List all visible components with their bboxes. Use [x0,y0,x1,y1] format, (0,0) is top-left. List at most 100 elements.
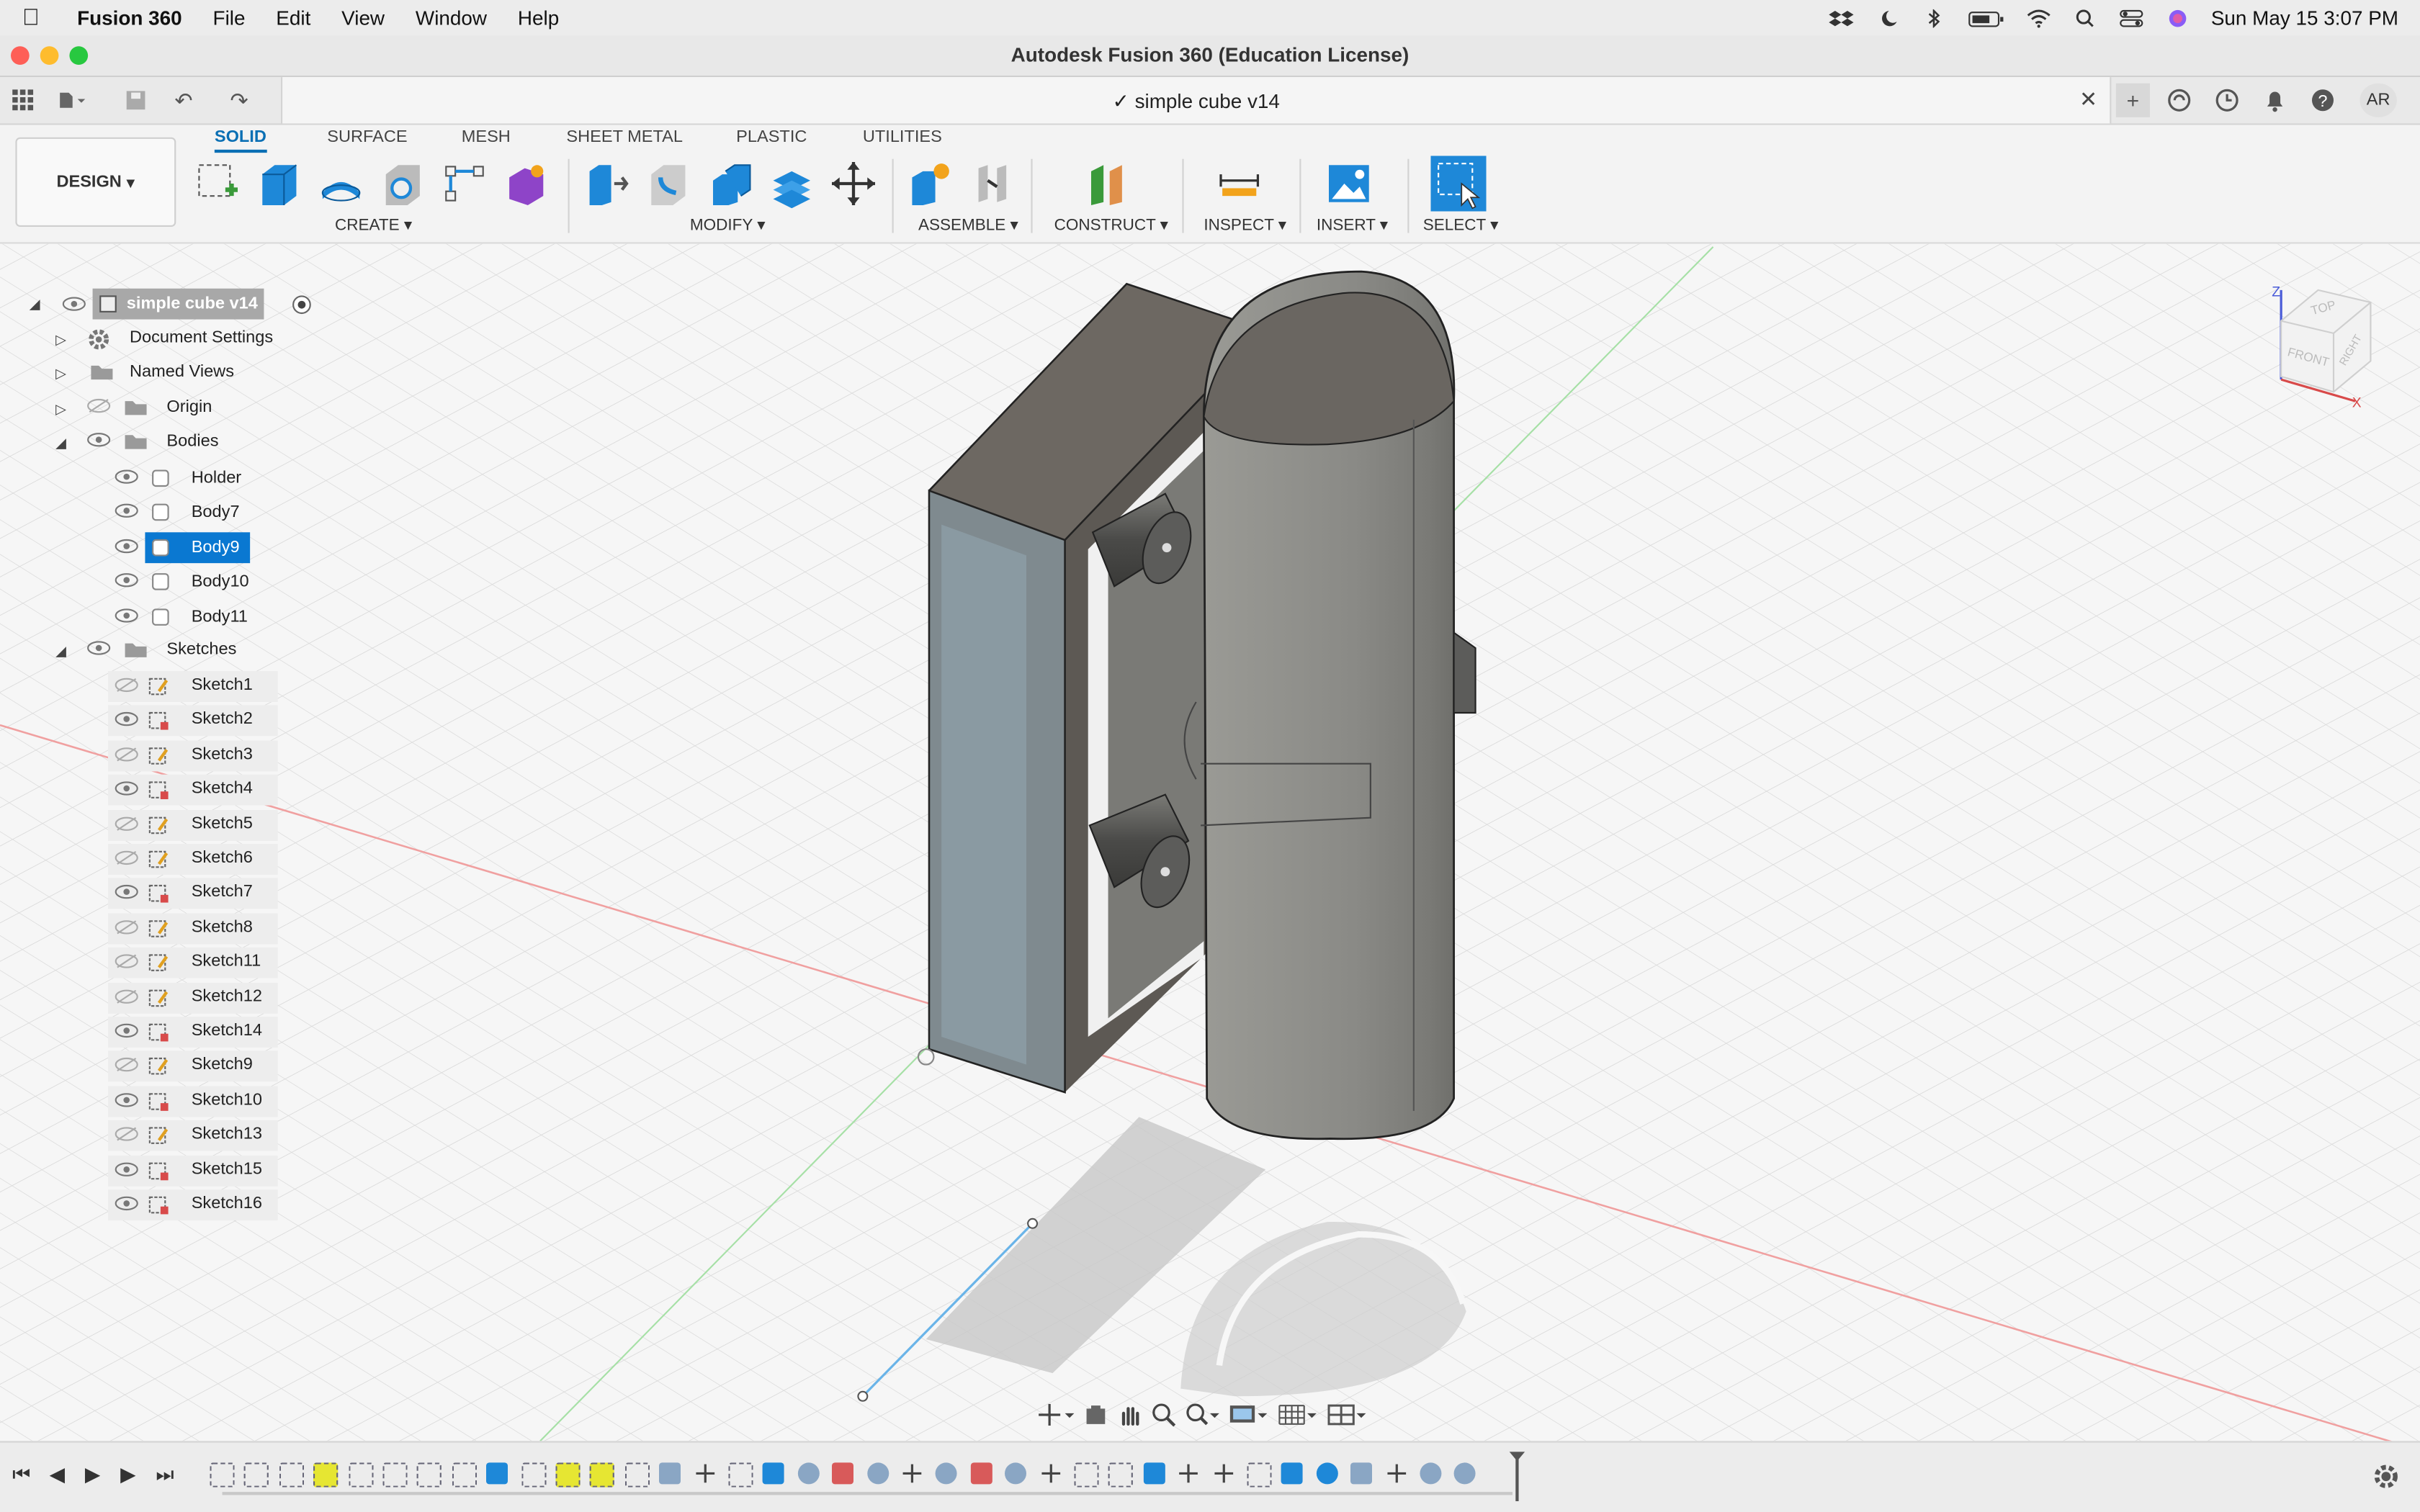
browser-sketch-row[interactable]: Sketch16 [108,1189,278,1220]
timeline-revolve-icon[interactable] [1005,1462,1027,1485]
tab-sheet-metal[interactable]: SHEET METAL [566,128,683,147]
timeline-next-icon[interactable]: ▶ [120,1462,135,1487]
timeline-sketch-highlighted-icon[interactable] [555,1462,581,1488]
timeline-sketch-icon[interactable] [348,1462,373,1488]
timeline-extrude-icon[interactable] [1143,1462,1165,1485]
tab-solid[interactable]: SOLID [214,128,266,153]
spotlight-search-icon[interactable] [2072,9,2097,27]
browser-sketch-row[interactable]: Sketch15 [108,1155,278,1186]
hidden-eye-icon[interactable] [115,989,139,1009]
siri-icon[interactable] [2165,9,2190,27]
user-avatar[interactable]: AR [2360,83,2397,117]
timeline-sketch-icon[interactable] [521,1462,546,1488]
timeline-hole-icon[interactable] [832,1462,854,1485]
data-panel-grid-icon[interactable] [9,86,37,114]
timeline-last-icon[interactable]: ⏭ [156,1462,174,1487]
body-item-body10[interactable]: Body10 [145,567,255,598]
hidden-eye-icon[interactable] [115,919,139,940]
display-settings-icon[interactable] [1229,1403,1269,1427]
browser-sketch-row[interactable]: Sketch7 [108,878,278,909]
redo-icon[interactable]: ↷ [225,86,254,114]
offset-plane-icon[interactable] [1085,159,1131,209]
workspace-switcher[interactable]: DESIGN ▾ [15,137,176,227]
timeline-play-icon[interactable]: ▶ [85,1462,100,1487]
look-at-icon[interactable] [1083,1403,1108,1427]
menu-app[interactable]: Fusion 360 [62,6,197,30]
browser-sketch-row[interactable]: Sketch13 [108,1120,278,1151]
visibility-eye-icon[interactable] [115,781,139,801]
timeline-sketch-icon[interactable] [1108,1462,1134,1488]
tab-utilities[interactable]: UTILITIES [863,128,942,147]
browser-sketch-row[interactable]: Sketch10 [108,1086,278,1117]
browser-sketch-row[interactable]: Sketch9 [108,1051,278,1082]
timeline-sketch-icon[interactable] [728,1462,753,1488]
visibility-eye-icon[interactable] [62,296,86,311]
menu-view[interactable]: View [326,6,400,30]
viewports-icon[interactable] [1327,1403,1368,1427]
browser-root[interactable]: simple cube v14 [92,288,264,320]
hidden-eye-icon[interactable] [86,397,111,418]
collapse-triangle-icon[interactable]: ◢ [55,436,66,453]
visibility-eye-icon[interactable] [115,1023,139,1043]
joint-icon[interactable] [969,159,1016,209]
body9-dshape[interactable] [1183,270,1476,1140]
visibility-eye-icon[interactable] [115,607,139,627]
undo-icon[interactable]: ↶ [170,86,198,114]
timeline-move-icon[interactable] [1385,1462,1407,1484]
browser-sketch-row[interactable]: Sketch4 [108,775,278,806]
select-icon[interactable] [1430,156,1487,212]
timeline-extrude-icon[interactable] [1281,1462,1304,1485]
tab-mesh[interactable]: MESH [462,128,511,147]
extrude-icon[interactable] [256,159,302,209]
visibility-eye-icon[interactable] [115,1196,139,1216]
browser-sketch-row[interactable]: Sketch14 [108,1017,278,1048]
timeline-hole-icon[interactable] [970,1462,992,1485]
menu-edit[interactable]: Edit [261,6,326,30]
hidden-eye-icon[interactable] [115,816,139,836]
group-inspect[interactable]: INSPECT ▾ [1204,216,1286,235]
hidden-eye-icon[interactable] [115,747,139,767]
body-item-body11[interactable]: Body11 [145,601,254,632]
timeline-sketch-icon[interactable] [1074,1462,1099,1488]
body-item-body7[interactable]: Body7 [145,498,246,528]
menubar-clock[interactable]: Sun May 15 3:07 PM [2211,6,2398,30]
timeline-revolve-icon[interactable] [1420,1462,1442,1485]
job-status-icon[interactable] [2165,86,2193,114]
body-item-holder[interactable]: Holder [145,463,247,494]
timeline-cylinder-icon[interactable] [1316,1462,1338,1485]
close-tab-icon[interactable]: ✕ [2079,86,2097,112]
body-item-body9[interactable]: Body9 [145,531,251,563]
hidden-eye-icon[interactable] [115,850,139,870]
battery-icon[interactable] [1967,9,2004,27]
browser-sketch-row[interactable]: Sketch2 [108,706,278,737]
timeline-sketch-icon[interactable] [210,1462,235,1488]
zoom-icon[interactable] [1152,1403,1176,1427]
measure-icon[interactable] [1216,159,1263,209]
press-pull-icon[interactable] [583,159,629,209]
canvas-viewport[interactable] [0,243,2420,1441]
timeline-revolve-icon[interactable] [936,1462,958,1485]
moon-icon[interactable] [1875,9,1899,27]
model-canvas[interactable] [0,243,2420,1441]
pan-hand-icon[interactable] [1117,1403,1142,1427]
extensions-clock-icon[interactable] [2213,86,2241,114]
timeline-sketch-icon[interactable] [1247,1462,1272,1488]
move-copy-icon[interactable] [830,159,877,209]
browser-sketch-row[interactable]: Sketch5 [108,809,278,840]
timeline-move-icon[interactable] [901,1462,923,1484]
timeline-marker[interactable] [1506,1449,1528,1504]
activate-radio-icon[interactable] [292,294,312,315]
timeline-move-icon[interactable] [1178,1462,1199,1484]
expand-triangle-icon[interactable]: ▷ [55,401,66,418]
collapse-triangle-icon[interactable]: ◢ [55,644,66,661]
hidden-eye-icon[interactable] [115,1058,139,1078]
timeline-previous-icon[interactable]: ◀ [50,1462,65,1487]
expand-triangle-icon[interactable]: ▷ [55,366,66,384]
tab-surface[interactable]: SURFACE [327,128,407,147]
browser-sketch-row[interactable]: Sketch3 [108,740,278,771]
visibility-eye-icon[interactable] [115,1092,139,1112]
save-icon[interactable] [122,86,150,114]
viewcube[interactable]: TOP FRONT RIGHT Z X [2262,274,2401,413]
timeline-first-icon[interactable]: ⏮ [12,1462,30,1487]
new-tab-plus-icon[interactable]: + [2115,83,2150,117]
